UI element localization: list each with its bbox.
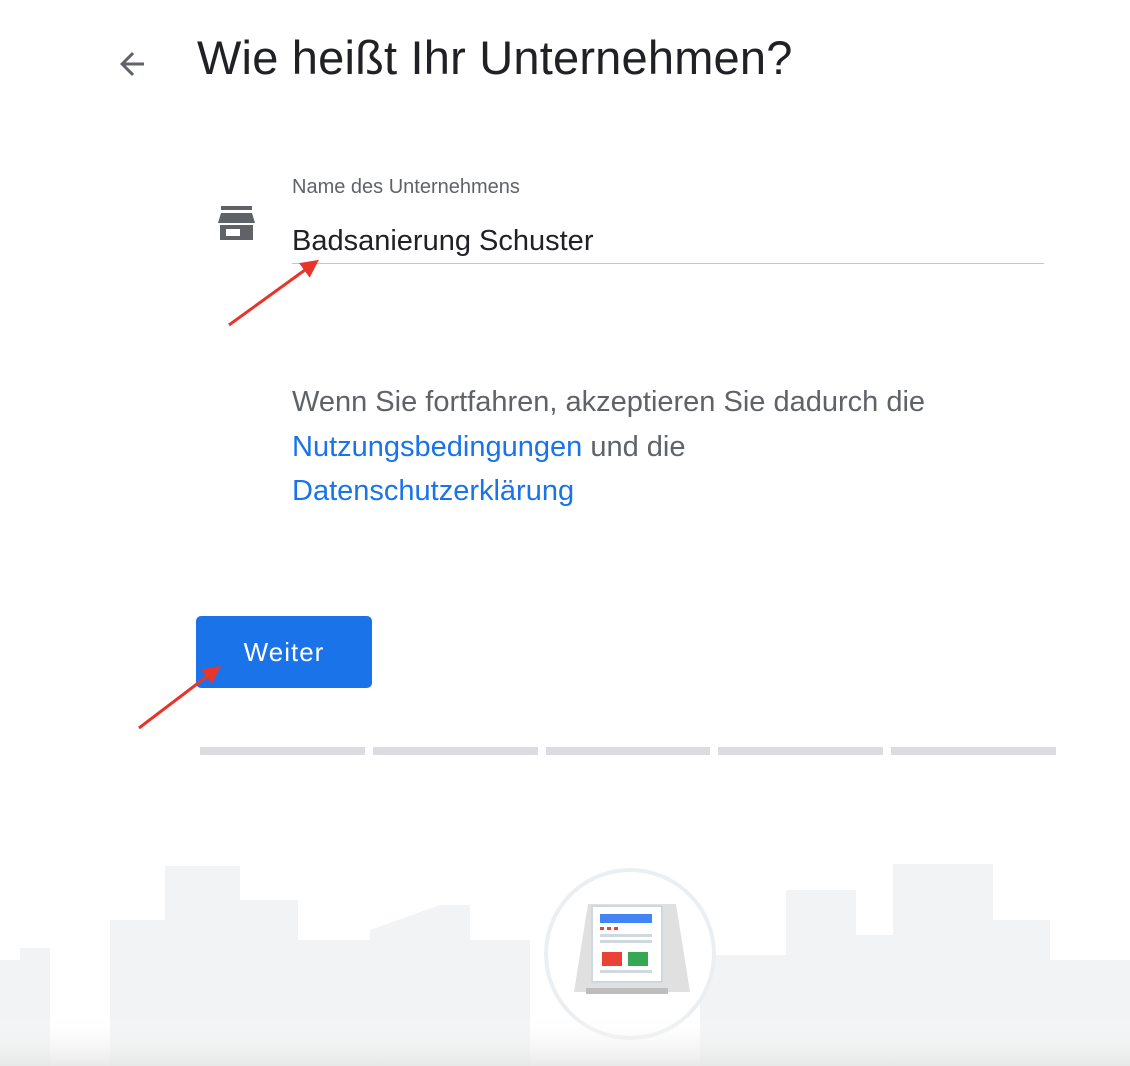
next-button[interactable]: Weiter bbox=[196, 616, 372, 688]
annotation-arrow-input bbox=[228, 259, 319, 327]
progress-bar bbox=[200, 747, 1056, 755]
city-skyline-illustration bbox=[0, 860, 1130, 1066]
storefront-icon bbox=[218, 206, 255, 240]
progress-segment bbox=[200, 747, 365, 755]
business-name-page: Wie heißt Ihr Unternehmen? Name des Unte… bbox=[0, 0, 1130, 1066]
terms-text-before: Wenn Sie fortfahren, akzeptieren Sie dad… bbox=[292, 386, 926, 418]
privacy-policy-link[interactable]: Datenschutzerklärung bbox=[292, 475, 574, 507]
back-button[interactable] bbox=[106, 38, 158, 90]
page-title: Wie heißt Ihr Unternehmen? bbox=[197, 31, 793, 84]
progress-segment bbox=[545, 747, 711, 755]
terms-notice: Wenn Sie fortfahren, akzeptieren Sie dad… bbox=[292, 380, 1052, 514]
terms-of-service-link[interactable]: Nutzungsbedingungen bbox=[292, 431, 582, 463]
business-name-input[interactable] bbox=[292, 220, 1044, 264]
arrow-back-icon bbox=[120, 52, 144, 76]
business-name-label: Name des Unternehmens bbox=[292, 176, 520, 198]
progress-segment bbox=[372, 747, 538, 755]
progress-segment bbox=[891, 747, 1056, 755]
progress-segment bbox=[718, 747, 884, 755]
terms-text-middle: und die bbox=[590, 430, 686, 463]
